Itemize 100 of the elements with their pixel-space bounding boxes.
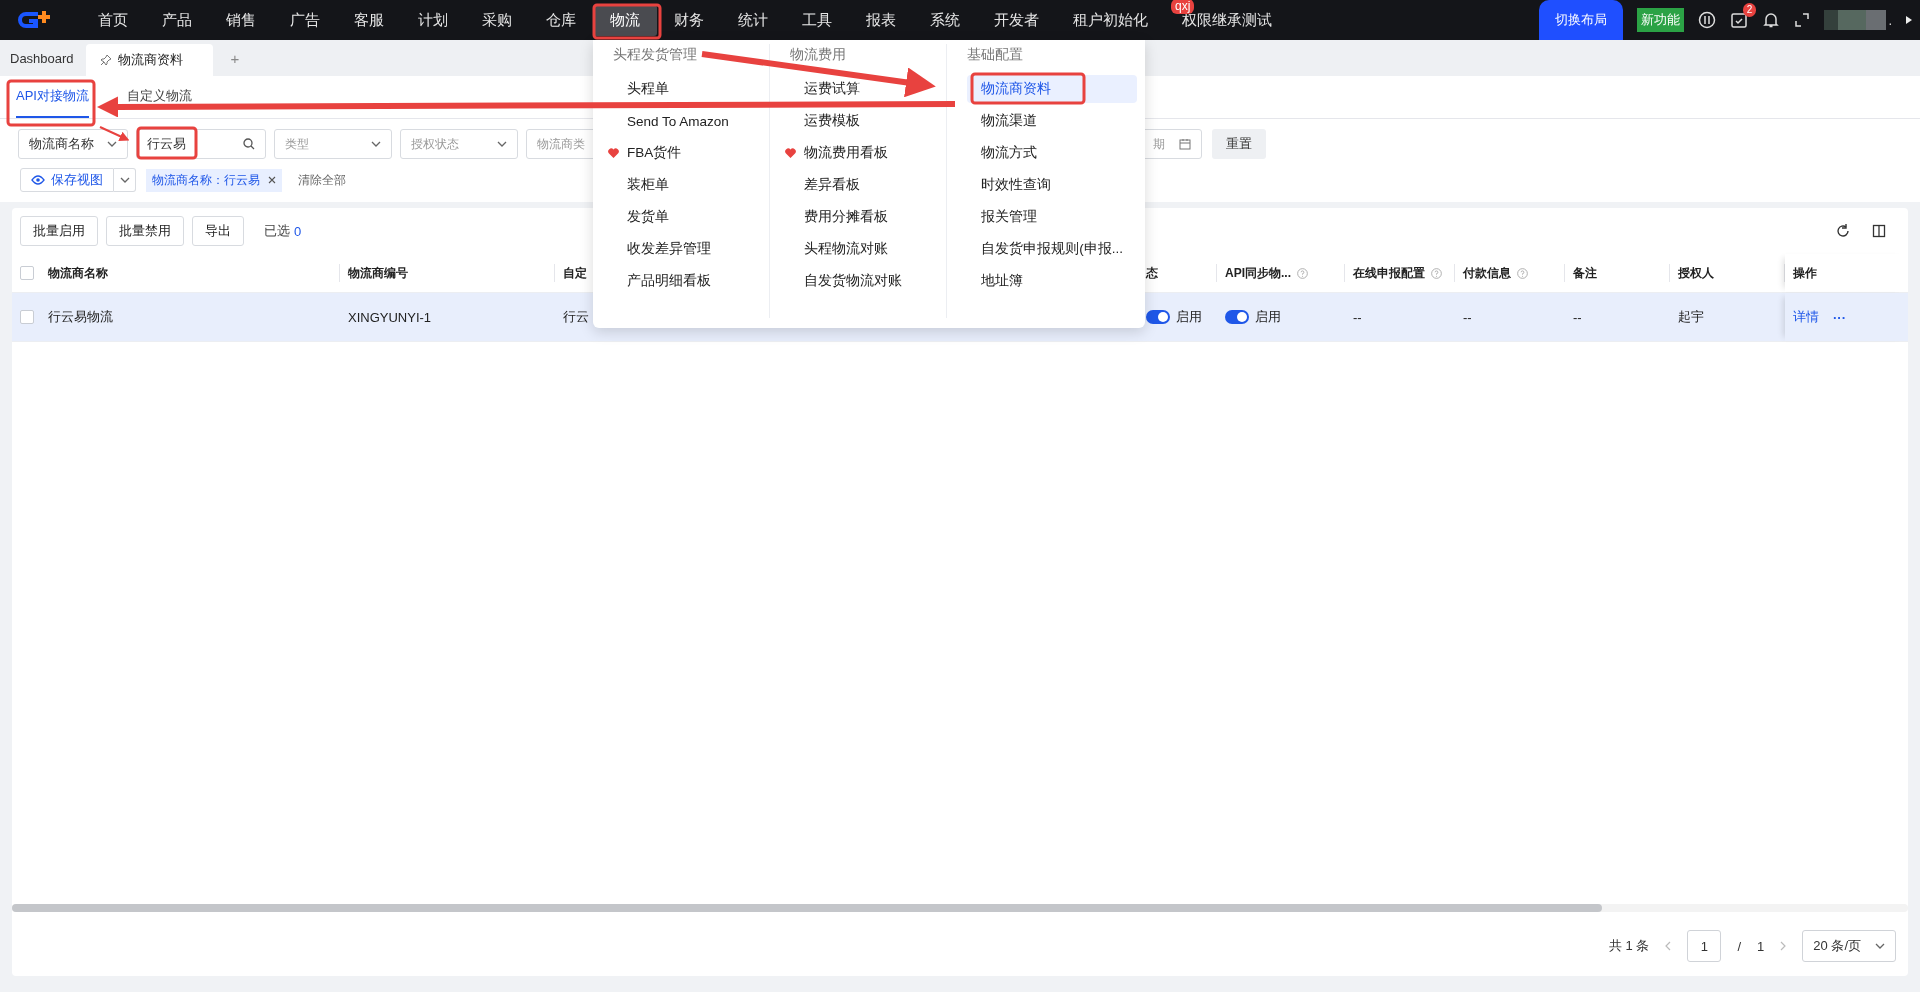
nav-item[interactable]: 仓库 [529,4,593,36]
chevron-down-icon [1875,943,1885,949]
field-select[interactable]: 物流商名称 [18,129,128,159]
toolbar-button[interactable]: 批量启用 [20,216,98,246]
nav-item[interactable]: 工具 [785,4,849,36]
menu-item[interactable]: 装柜单 [613,174,683,196]
user-badge: qxj [1171,0,1195,14]
table-cell: 行云 [563,308,589,326]
table-cell: 行云易物流 [48,308,113,326]
nav-item[interactable]: 采购 [465,4,529,36]
menu-item[interactable]: 报关管理 [967,206,1052,228]
nav-item[interactable]: 首页 [81,4,145,36]
total-count: 共 1 条 [1609,937,1650,955]
menu-item[interactable]: 物流渠道 [967,110,1052,132]
caret-icon[interactable] [1906,16,1912,24]
menu-item[interactable]: 地址簿 [967,270,1038,292]
column-header: 备注 [1573,264,1597,282]
page-input[interactable]: 1 [1687,930,1722,962]
bell-icon[interactable] [1762,11,1781,29]
menu-item[interactable]: 物流费用看板 [790,142,903,164]
sub-tab[interactable]: API对接物流 [16,76,89,118]
toolbar-button[interactable]: 导出 [192,216,244,246]
clear-all-link[interactable]: 清除全部 [298,171,346,189]
menu-item[interactable]: 产品明细看板 [613,270,725,292]
menu-item[interactable]: 收发差异管理 [613,238,725,260]
nav-item[interactable]: 租户初始化 [1056,4,1165,36]
nav-item[interactable]: 客服 [337,4,401,36]
nav-item[interactable]: 统计 [721,4,785,36]
table-cell: -- [1573,309,1582,325]
toggle-switch[interactable] [1146,310,1170,324]
menu-item[interactable]: 头程单 [613,78,683,100]
fullscreen-icon[interactable] [1794,12,1811,28]
redacted-name [1824,10,1887,30]
page-separator: / [1737,938,1742,954]
horizontal-scrollbar[interactable] [12,904,1908,912]
task-icon[interactable] [1730,11,1749,29]
close-icon[interactable] [268,176,276,184]
column-header: 态 [1146,264,1158,282]
save-view-button[interactable]: 保存视图 [20,168,114,192]
menu-item[interactable]: 物流方式 [967,142,1052,164]
toolbar-button[interactable]: 批量禁用 [106,216,184,246]
table-cell: -- [1463,309,1472,325]
page-tab[interactable]: 物流商资料 [85,44,213,76]
nav-item[interactable]: 报表 [849,4,913,36]
column-header: 授权人 [1678,264,1714,282]
menu-item[interactable]: 费用分摊看板 [790,206,903,228]
nav-item[interactable]: 计划 [401,4,465,36]
details-link[interactable]: 详情 [1793,308,1819,326]
menu-heading: 基础配置 [967,45,1024,64]
menu-item[interactable]: 运费模板 [790,110,875,132]
switch-layout-button[interactable]: 切换布局 [1539,0,1624,40]
page-size-select[interactable]: 20 条/页 [1802,930,1896,962]
user-name-text: . [1888,12,1892,28]
reset-button[interactable]: 重置 [1212,129,1266,159]
columns-icon[interactable] [1872,224,1886,238]
pin-icon[interactable] [99,54,112,66]
highlight-box [136,126,198,160]
logo-icon[interactable] [18,9,52,31]
heart-icon[interactable] [608,148,619,158]
menu-item[interactable]: 头程物流对账 [790,238,903,260]
menu-item[interactable]: 时效性查询 [967,174,1066,196]
more-button[interactable]: ··· [1833,309,1846,325]
nav-item[interactable]: 系统 [913,4,977,36]
nav-item[interactable]: 财务 [657,4,721,36]
select-all-checkbox[interactable] [20,266,34,280]
menu-item[interactable]: 自发货物流对账 [790,270,917,292]
page-count: 1 [1757,938,1765,954]
column-header: 物流商名称 [48,264,108,282]
heart-icon[interactable] [785,148,797,158]
toggle-switch[interactable] [1225,310,1249,324]
menu-item[interactable]: 运费试算 [790,78,875,100]
menu-heading: 物流费用 [790,45,847,64]
table-cell: -- [1353,309,1362,325]
row-checkbox[interactable] [20,310,34,324]
menu-item[interactable]: 物流商资料 [967,75,1137,103]
table-cell: 起宇 [1678,308,1704,326]
search-icon[interactable] [243,138,255,150]
menu-heading: 头程发货管理 [613,45,697,64]
nav-item[interactable]: 销售 [209,4,273,36]
selected-count-label: 已选 [264,222,290,240]
menu-item[interactable]: 发货单 [613,206,683,228]
menu-item[interactable]: 自发货申报规则(申报... [967,238,1137,260]
annotation-arrow [99,126,130,141]
menu-item[interactable]: Send To Amazon [613,111,743,131]
nav-item[interactable]: 产品 [145,4,209,36]
menu-item[interactable]: 差异看板 [790,174,875,196]
highlight-box [592,3,662,40]
column-header: 自定 [563,264,587,282]
notification-badge: 2 [1742,3,1757,17]
circle-icon[interactable] [1698,11,1717,29]
column-header: 付款信息 [1463,264,1511,282]
chevron-down-icon [119,177,130,183]
chevron-down-icon [497,141,507,147]
search-field[interactable]: 行云易 [136,129,266,159]
dashboard-tab[interactable]: Dashboard [10,51,86,76]
nav-item[interactable]: 广告 [273,4,337,36]
sub-tab[interactable]: 自定义物流 [118,76,192,118]
refresh-icon[interactable] [1836,224,1850,238]
nav-item[interactable]: 开发者 [977,4,1056,36]
eye-icon [31,175,45,185]
